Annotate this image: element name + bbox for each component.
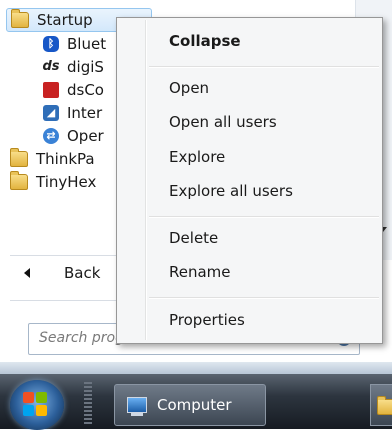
folder-icon bbox=[10, 170, 28, 190]
windows-start-icon bbox=[23, 392, 49, 418]
menu-item-open[interactable]: Open bbox=[169, 79, 209, 97]
program-label: dsCo bbox=[67, 80, 104, 99]
opera-icon: ⇄ bbox=[43, 127, 59, 144]
taskbar-button-computer[interactable]: Computer bbox=[114, 384, 266, 426]
taskbar-grip[interactable] bbox=[84, 382, 92, 426]
menu-item-delete[interactable]: Delete bbox=[169, 229, 218, 247]
menu-item-rename[interactable]: Rename bbox=[169, 263, 231, 281]
folder-icon bbox=[377, 396, 392, 415]
folder-icon bbox=[10, 147, 28, 167]
program-label: Bluet bbox=[67, 34, 107, 53]
menu-gutter-highlight bbox=[146, 20, 147, 340]
computer-icon bbox=[127, 397, 147, 416]
internet-icon: ◢ bbox=[43, 104, 59, 121]
program-label: Inter bbox=[67, 103, 103, 122]
menu-item-explore[interactable]: Explore bbox=[169, 148, 225, 166]
menu-item-collapse[interactable]: Collapse bbox=[169, 32, 241, 50]
menu-item-explore-all-users[interactable]: Explore all users bbox=[169, 182, 293, 200]
program-label: Oper bbox=[67, 126, 104, 145]
program-label: Startup bbox=[37, 11, 93, 29]
program-label: ThinkPa bbox=[36, 149, 95, 168]
menu-separator bbox=[149, 297, 379, 299]
program-label: digiS bbox=[67, 57, 104, 76]
menu-item-open-all-users[interactable]: Open all users bbox=[169, 113, 277, 131]
taskbar-button-folder[interactable] bbox=[370, 384, 392, 426]
start-menu-bottom-edge bbox=[0, 362, 392, 374]
menu-separator bbox=[149, 216, 379, 218]
program-label: TinyHex bbox=[36, 172, 97, 191]
back-arrow-icon bbox=[24, 268, 30, 278]
bluetooth-icon: ᛒ bbox=[43, 35, 59, 52]
context-menu: Collapse Open Open all users Explore Exp… bbox=[116, 17, 383, 344]
back-button[interactable]: Back bbox=[24, 264, 100, 282]
task-label: Computer bbox=[157, 396, 232, 414]
menu-item-properties[interactable]: Properties bbox=[169, 311, 245, 329]
folder-icon bbox=[11, 9, 29, 28]
app-icon bbox=[43, 81, 59, 98]
back-label: Back bbox=[64, 264, 101, 282]
ds-logo-icon: ds bbox=[42, 59, 60, 74]
menu-separator bbox=[149, 66, 379, 68]
